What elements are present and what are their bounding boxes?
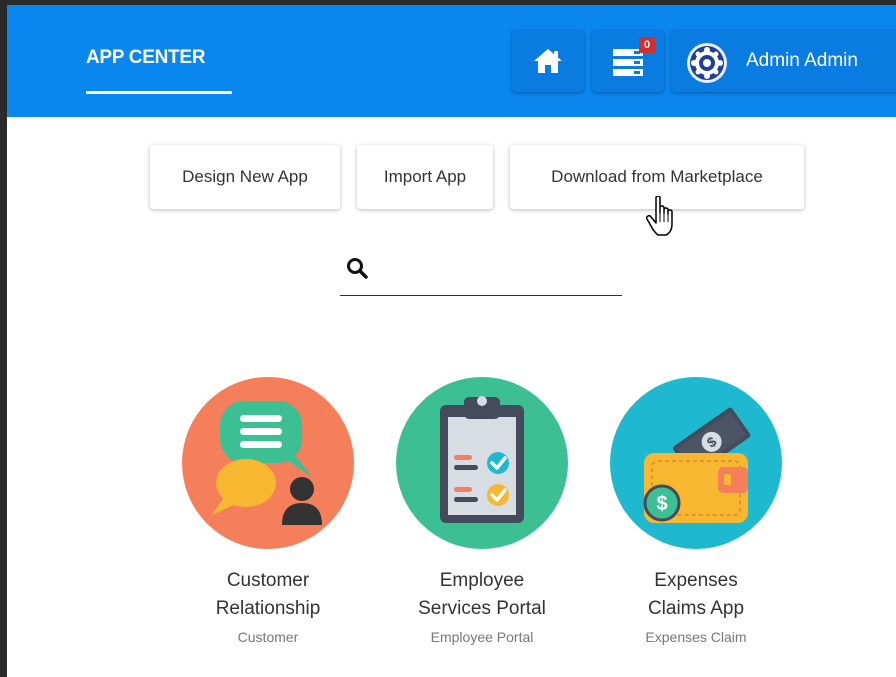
app-card-customer-relationship[interactable]: Customer Relationship Customer — [178, 377, 358, 645]
clipboard-checklist-icon — [396, 377, 568, 549]
home-icon — [534, 49, 562, 73]
search-input[interactable] — [340, 252, 622, 296]
top-header: APP CENTER 0 Admin Admin — [7, 5, 896, 117]
app-card-expenses-claims-app[interactable]: $ $ Expenses Claims App Expenses Claim — [606, 377, 786, 645]
design-new-app-button[interactable]: Design New App — [150, 145, 340, 209]
hand-cursor-icon — [645, 196, 673, 236]
app-name: Customer Relationship — [215, 570, 321, 619]
avatar — [687, 43, 727, 83]
app-subtitle: Expenses Claim — [645, 629, 747, 645]
app-center-tab[interactable]: APP CENTER — [86, 47, 205, 69]
chat-bubbles-icon — [182, 377, 354, 549]
app-card-employee-services-portal[interactable]: Employee Services Portal Employee Portal — [392, 377, 572, 645]
app-subtitle: Employee Portal — [430, 629, 534, 645]
notification-badge: 0 — [639, 37, 656, 53]
home-button[interactable] — [512, 30, 584, 92]
notifications-button[interactable]: 0 — [592, 30, 664, 92]
app-name: Expenses Claims App — [647, 570, 745, 619]
app-name: Employee Services Portal — [418, 570, 546, 619]
active-tab-indicator — [86, 91, 232, 94]
import-app-button[interactable]: Import App — [357, 145, 493, 209]
app-subtitle: Customer — [237, 629, 299, 645]
wallet-icon: $ $ — [610, 377, 782, 549]
user-menu-button[interactable]: Admin Admin — [671, 30, 896, 92]
svg-text:$: $ — [656, 493, 667, 515]
user-name: Admin Admin — [746, 50, 858, 71]
window-frame-left — [0, 0, 7, 677]
